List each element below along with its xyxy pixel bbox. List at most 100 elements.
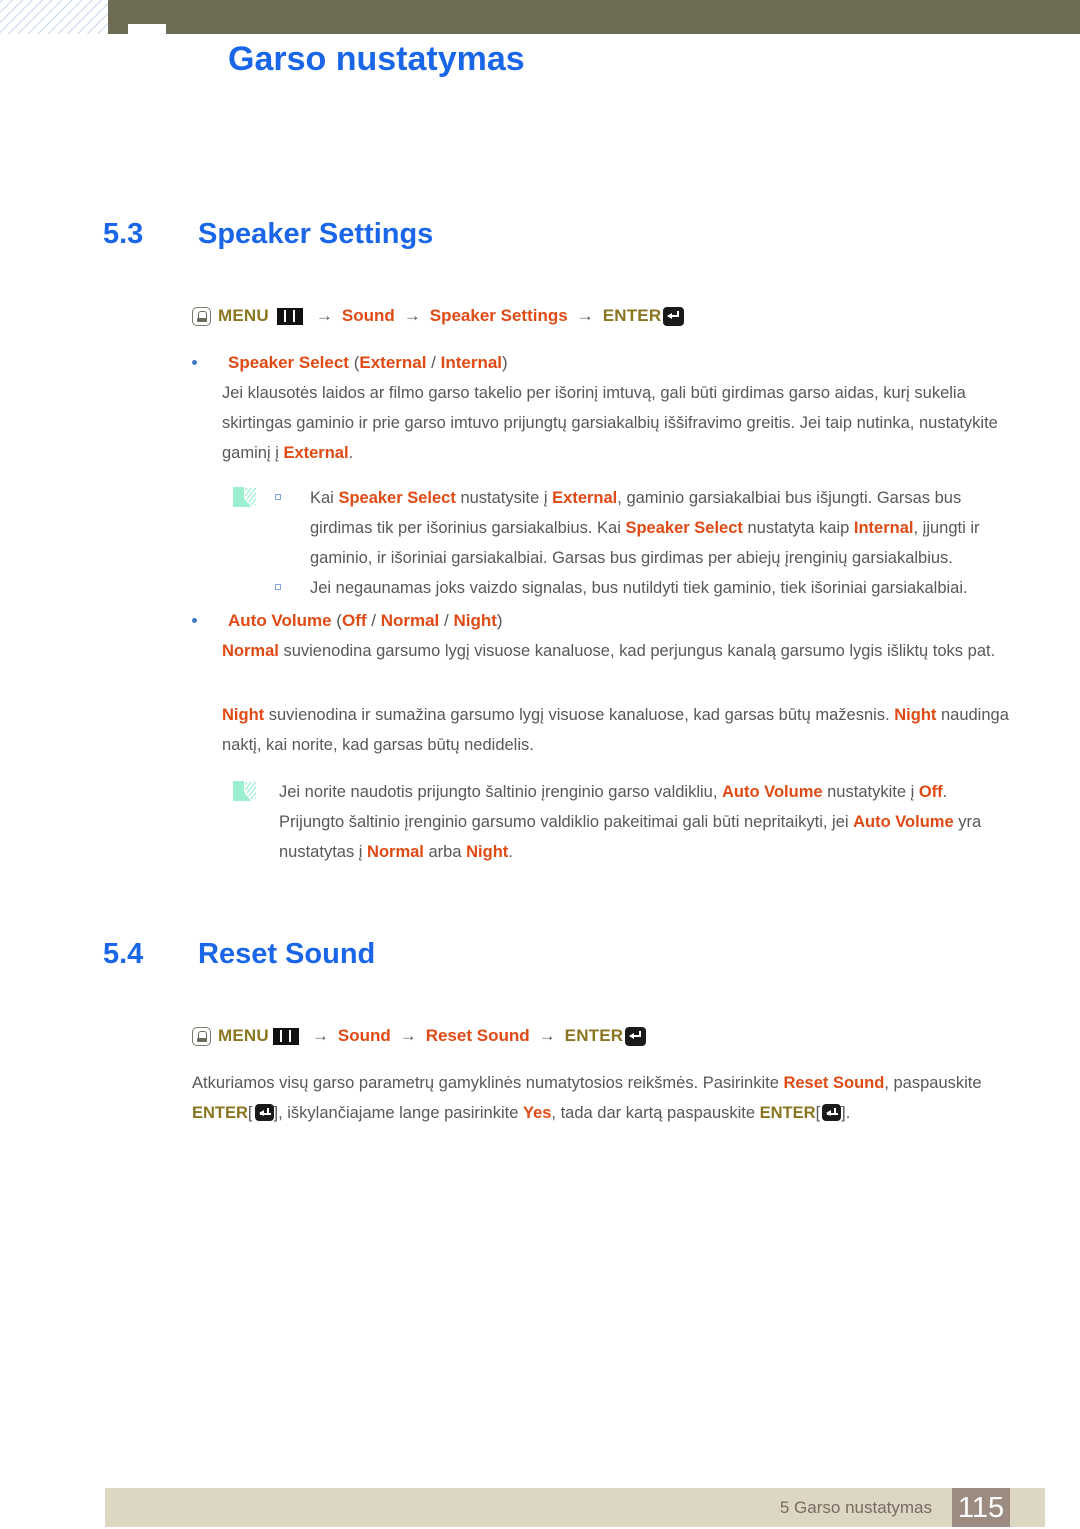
note-pencil-icon [233,487,257,508]
section-heading-5-4: 5.4 Reset Sound [103,938,1003,971]
note-pencil-icon [233,781,257,802]
reset-hl-yes: Yes [522,1104,552,1122]
menu-step-sound: Sound [337,1026,391,1045]
menu-label: MENU [218,1026,269,1045]
reset-text-1: Atkuriamos visų garso parametrų gamyklin… [192,1074,784,1092]
paren-close: ) [496,611,503,630]
path-arrow-1: → [311,1026,329,1045]
note2-text-2: nustatykite į [822,783,919,801]
bullet-label-auto-volume: Auto Volume [228,611,332,630]
footer-chapter-label: 5 Garso nustatymas [779,1498,932,1517]
paren-close: ) [502,353,508,372]
option-off: Off [341,611,367,630]
enter-label: ENTER [564,1026,624,1045]
note-hl-external: External [552,489,618,507]
bullet-dot-icon [192,618,197,623]
enter-key-icon [822,1104,842,1121]
bullet-speaker-select: Speaker Select (External / Internal) [192,350,992,376]
reset-text-2: , paspauskite [884,1074,982,1092]
note2-hl-auto-volume-2: Auto Volume [853,813,954,831]
paragraph-reset-sound: Atkuriamos visų garso parametrų gamyklin… [192,1068,1012,1128]
option-external: External [359,353,427,372]
inline-highlight-night-2: Night [894,706,937,724]
option-separator-2: / [439,611,454,630]
note-item: Jei negaunamas joks vaizdo signalas, bus… [275,573,1003,603]
footer-page-number: 115 [952,1488,1010,1527]
note2-text-6: . [508,843,513,861]
note-hl-speaker-select-2: Speaker Select [625,519,743,537]
section-number-5-3: 5.3 [103,218,144,250]
hand-press-icon [192,306,211,326]
reset-text-5: ]. [841,1104,851,1122]
inline-highlight-normal: Normal [222,642,279,660]
enter-key-icon [254,1104,274,1121]
paragraph-night-mid: suvienodina ir sumažina garsumo lygį vis… [264,706,895,724]
section-heading-5-3: 5.3 Speaker Settings [103,218,1003,251]
note-text-1: Kai [310,489,339,507]
reset-bracket-1: [ [247,1104,253,1122]
page-title: Garso nustatymas [228,40,525,78]
note2-hl-night: Night [466,843,509,861]
option-separator: / [426,353,441,372]
note-box-speaker-select: Kai Speaker Select nustatysite į Externa… [233,483,1003,603]
note-item: Kai Speaker Select nustatysite į Externa… [275,483,1003,573]
reset-enter-label-1: ENTER [192,1104,248,1122]
reset-bracket-3: [ [815,1104,821,1122]
section-number-5-4: 5.4 [103,938,144,970]
reset-hl-reset-sound: Reset Sound [783,1074,885,1092]
page-header: Garso nustatymas [0,0,1080,140]
option-night: Night [453,611,497,630]
paragraph-speaker-select: Jei klausotės laidos ar filmo garso take… [222,378,1008,468]
note-box-auto-volume: Jei norite naudotis prijungto šaltinio į… [233,777,993,867]
paragraph-text-post: . [348,444,354,462]
section-title-5-3: Speaker Settings [198,218,434,250]
bullet-auto-volume: Auto Volume (Off / Normal / Night) [192,608,992,634]
note-text-6: Jei negaunamas joks vaizdo signalas, bus… [310,579,968,597]
note-hl-speaker-select-1: Speaker Select [338,489,456,507]
section-title-5-4: Reset Sound [198,938,376,970]
paren-open: ( [348,353,360,372]
note2-hl-off: Off [918,783,943,801]
menu-path-reset-sound: MENU → Sound → Reset Sound → ENTER [192,1023,647,1049]
note-bullet-square-icon [275,494,281,500]
menu-bars-icon [272,1027,299,1045]
menu-step-speaker-settings: Speaker Settings [429,306,568,325]
enter-label: ENTER [602,306,662,325]
menu-path-speaker-settings: MENU → Sound → Speaker Settings → ENTER [192,303,685,329]
path-arrow-1: → [315,306,333,325]
note2-text-1: Jei norite naudotis prijungto šaltinio į… [279,783,723,801]
note-text-2: nustatysite į [455,489,553,507]
bullet-label-speaker-select: Speaker Select [228,353,349,372]
header-hatch-pattern [0,0,108,34]
option-normal: Normal [380,611,440,630]
note2-hl-auto-volume-1: Auto Volume [722,783,823,801]
paragraph-night: Night suvienodina ir sumažina garsumo ly… [222,700,1012,760]
menu-step-reset-sound: Reset Sound [425,1026,530,1045]
paren-open: ( [331,611,342,630]
reset-enter-label-2: ENTER [759,1104,816,1122]
option-internal: Internal [440,353,503,372]
path-arrow-2: → [399,1026,417,1045]
note-bullet-square-icon [275,584,281,590]
hand-press-icon [192,1026,211,1046]
paragraph-normal: Normal suvienodina garsumo lygį visuose … [222,636,1012,666]
path-arrow-2: → [403,306,421,325]
note-text-4: nustatyta kaip [742,519,854,537]
menu-step-sound: Sound [341,306,395,325]
enter-key-icon [625,1026,647,1046]
enter-key-icon [663,306,685,326]
paragraph-normal-text: suvienodina garsumo lygį visuose kanaluo… [278,642,996,660]
inline-highlight-external: External [283,444,349,462]
inline-highlight-night-1: Night [222,706,265,724]
path-arrow-3: → [538,1026,556,1045]
path-arrow-3: → [576,306,594,325]
reset-text-4: , tada dar kartą paspauskite [551,1104,760,1122]
header-notch [128,24,166,38]
option-separator-1: / [366,611,381,630]
note-hl-internal: Internal [853,519,914,537]
note2-hl-normal: Normal [367,843,424,861]
reset-text-3: ], iškylančiajame lange pasirinkite [273,1104,523,1122]
menu-bars-icon [276,307,303,325]
header-olive-bar [108,0,1080,34]
bullet-dot-icon [192,360,197,365]
